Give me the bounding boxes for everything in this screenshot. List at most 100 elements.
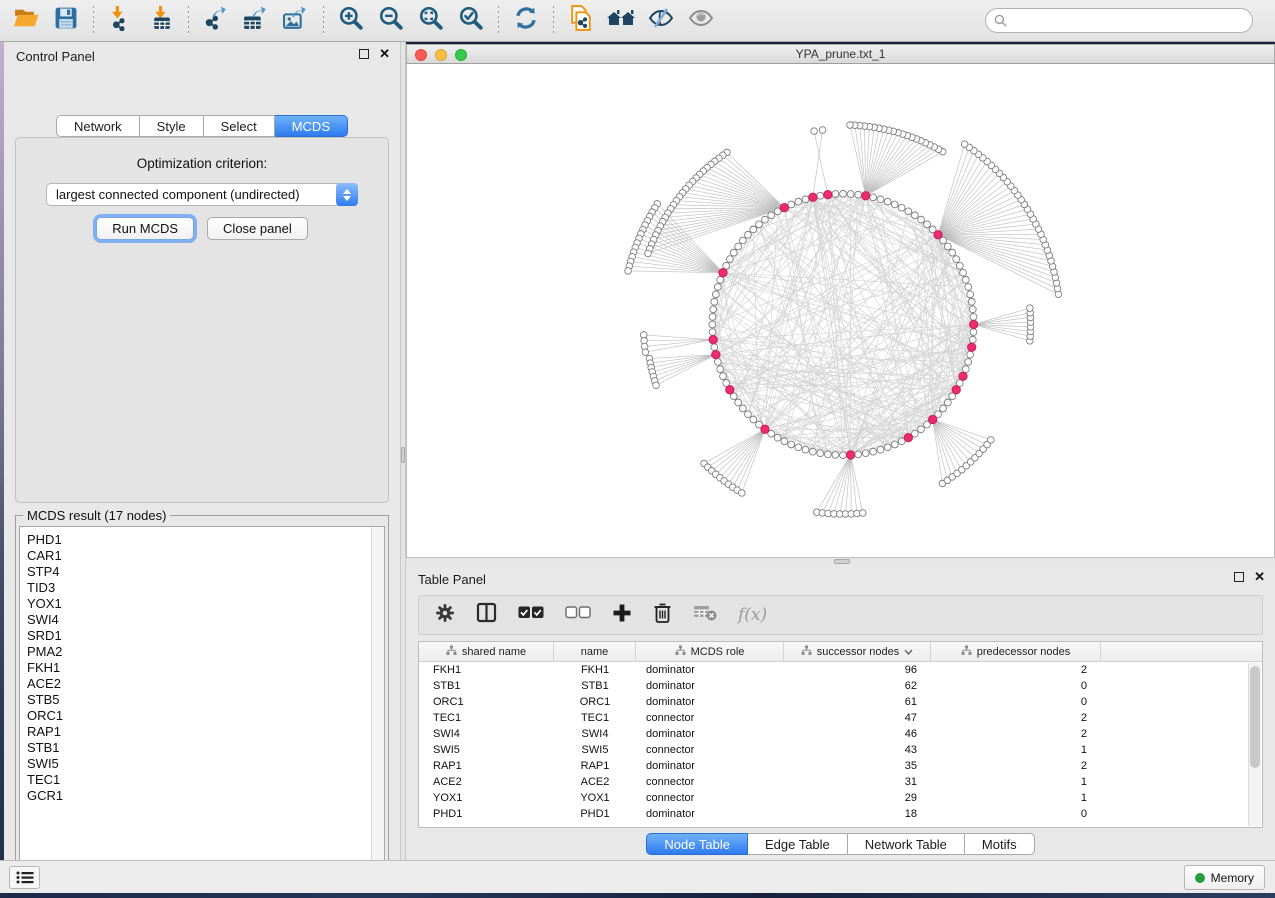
houses-button[interactable] [601, 3, 641, 39]
mcds-result-item[interactable]: FKH1 [27, 660, 384, 676]
mcds-result-item[interactable]: ACE2 [27, 676, 384, 692]
import-network-button[interactable] [101, 3, 141, 39]
tab-network[interactable]: Network [56, 115, 140, 137]
network-node[interactable] [745, 231, 752, 238]
delete-table-button[interactable] [693, 604, 717, 626]
network-node[interactable] [726, 256, 733, 263]
export-image-button[interactable] [276, 3, 316, 39]
mcds-hub-node[interactable] [952, 386, 960, 394]
mcds-list-scrollbar[interactable] [371, 527, 384, 875]
table-scrollbar[interactable] [1248, 663, 1261, 826]
zoom-fit-button[interactable] [411, 3, 451, 39]
network-node[interactable] [735, 399, 742, 406]
network-node[interactable] [877, 446, 884, 453]
network-node[interactable] [788, 441, 795, 448]
mcds-hub-node[interactable] [928, 415, 936, 423]
network-node[interactable] [970, 313, 977, 320]
split-grabber[interactable] [834, 559, 850, 564]
mcds-hub-node[interactable] [824, 190, 832, 198]
mcds-result-item[interactable]: YOX1 [27, 596, 384, 612]
network-node[interactable] [709, 329, 716, 336]
network-node[interactable] [802, 446, 809, 453]
network-node[interactable] [714, 284, 721, 291]
mcds-hub-node[interactable] [761, 425, 769, 433]
network-node[interactable] [762, 216, 769, 223]
network-node[interactable] [795, 444, 802, 451]
network-node[interactable] [877, 196, 884, 203]
network-node[interactable] [739, 237, 746, 244]
mcds-hub-node[interactable] [709, 335, 717, 343]
table-row[interactable]: ORC1ORC1dominator610 [419, 694, 1262, 710]
network-node[interactable] [824, 451, 831, 458]
network-node[interactable] [642, 349, 649, 356]
network-node[interactable] [840, 452, 847, 459]
network-node[interactable] [965, 359, 972, 366]
split-grabber[interactable] [401, 447, 405, 463]
mcds-result-item[interactable]: PHD1 [27, 532, 384, 548]
task-history-button[interactable] [9, 866, 40, 889]
network-node[interactable] [956, 262, 963, 269]
network-node[interactable] [730, 249, 737, 256]
network-node[interactable] [862, 450, 869, 457]
network-node[interactable] [965, 284, 972, 291]
tab-select[interactable]: Select [204, 115, 275, 137]
network-node[interactable] [884, 198, 891, 205]
float-panel-icon[interactable] [1234, 572, 1244, 582]
column-header-name[interactable]: name [554, 642, 636, 661]
mcds-result-item[interactable]: STB5 [27, 692, 384, 708]
mcds-hub-node[interactable] [726, 386, 734, 394]
mcds-result-item[interactable]: CAR1 [27, 548, 384, 564]
network-node[interactable] [924, 221, 931, 228]
network-node[interactable] [745, 411, 752, 418]
network-node[interactable] [940, 405, 947, 412]
network-node[interactable] [855, 191, 862, 198]
network-node[interactable] [750, 416, 757, 423]
table-row[interactable]: STB1STB1dominator620 [419, 678, 1262, 694]
network-node[interactable] [739, 405, 746, 412]
mcds-result-item[interactable]: TID3 [27, 580, 384, 596]
close-panel-icon[interactable]: ✕ [379, 49, 390, 59]
network-node[interactable] [735, 243, 742, 250]
network-node[interactable] [832, 452, 839, 459]
table-row[interactable]: TEC1TEC1connector472 [419, 710, 1262, 726]
network-node[interactable] [811, 128, 818, 135]
mcds-hub-node[interactable] [959, 372, 967, 380]
delete-columns-button[interactable] [653, 602, 672, 629]
tab-style[interactable]: Style [140, 115, 204, 137]
tab-node-table[interactable]: Node Table [646, 833, 748, 855]
network-node[interactable] [870, 194, 877, 201]
network-node[interactable] [717, 276, 724, 283]
search-box[interactable] [985, 8, 1253, 33]
network-canvas[interactable] [406, 64, 1275, 558]
tab-mcds[interactable]: MCDS [275, 115, 348, 137]
table-settings-button[interactable] [435, 603, 455, 628]
network-node[interactable] [891, 201, 898, 208]
network-node[interactable] [847, 191, 854, 198]
open-session-button[interactable] [6, 3, 46, 39]
mcds-hub-node[interactable] [861, 192, 869, 200]
mcds-result-item[interactable]: SWI4 [27, 612, 384, 628]
mcds-result-item[interactable]: TEC1 [27, 772, 384, 788]
zoom-selected-button[interactable] [451, 3, 491, 39]
run-mcds-button[interactable]: Run MCDS [96, 217, 194, 240]
network-node[interactable] [832, 191, 839, 198]
mcds-hub-node[interactable] [712, 350, 720, 358]
network-node[interactable] [968, 298, 975, 305]
close-panel-button[interactable]: Close panel [207, 217, 308, 240]
show-elements-button[interactable] [681, 3, 721, 39]
network-node[interactable] [870, 448, 877, 455]
mcds-result-item[interactable]: STP4 [27, 564, 384, 580]
memory-button[interactable]: Memory [1184, 865, 1265, 890]
network-node[interactable] [961, 141, 968, 148]
network-node[interactable] [962, 276, 969, 283]
horizontal-split-divider[interactable] [406, 558, 1275, 565]
network-node[interactable] [969, 306, 976, 313]
network-node[interactable] [962, 366, 969, 373]
network-node[interactable] [717, 366, 724, 373]
network-node[interactable] [969, 336, 976, 343]
function-builder-button[interactable]: f(x) [738, 605, 767, 625]
network-node[interactable] [960, 269, 967, 276]
network-node[interactable] [847, 122, 854, 129]
search-input[interactable] [1007, 14, 1244, 28]
select-all-columns-button[interactable] [518, 606, 544, 624]
